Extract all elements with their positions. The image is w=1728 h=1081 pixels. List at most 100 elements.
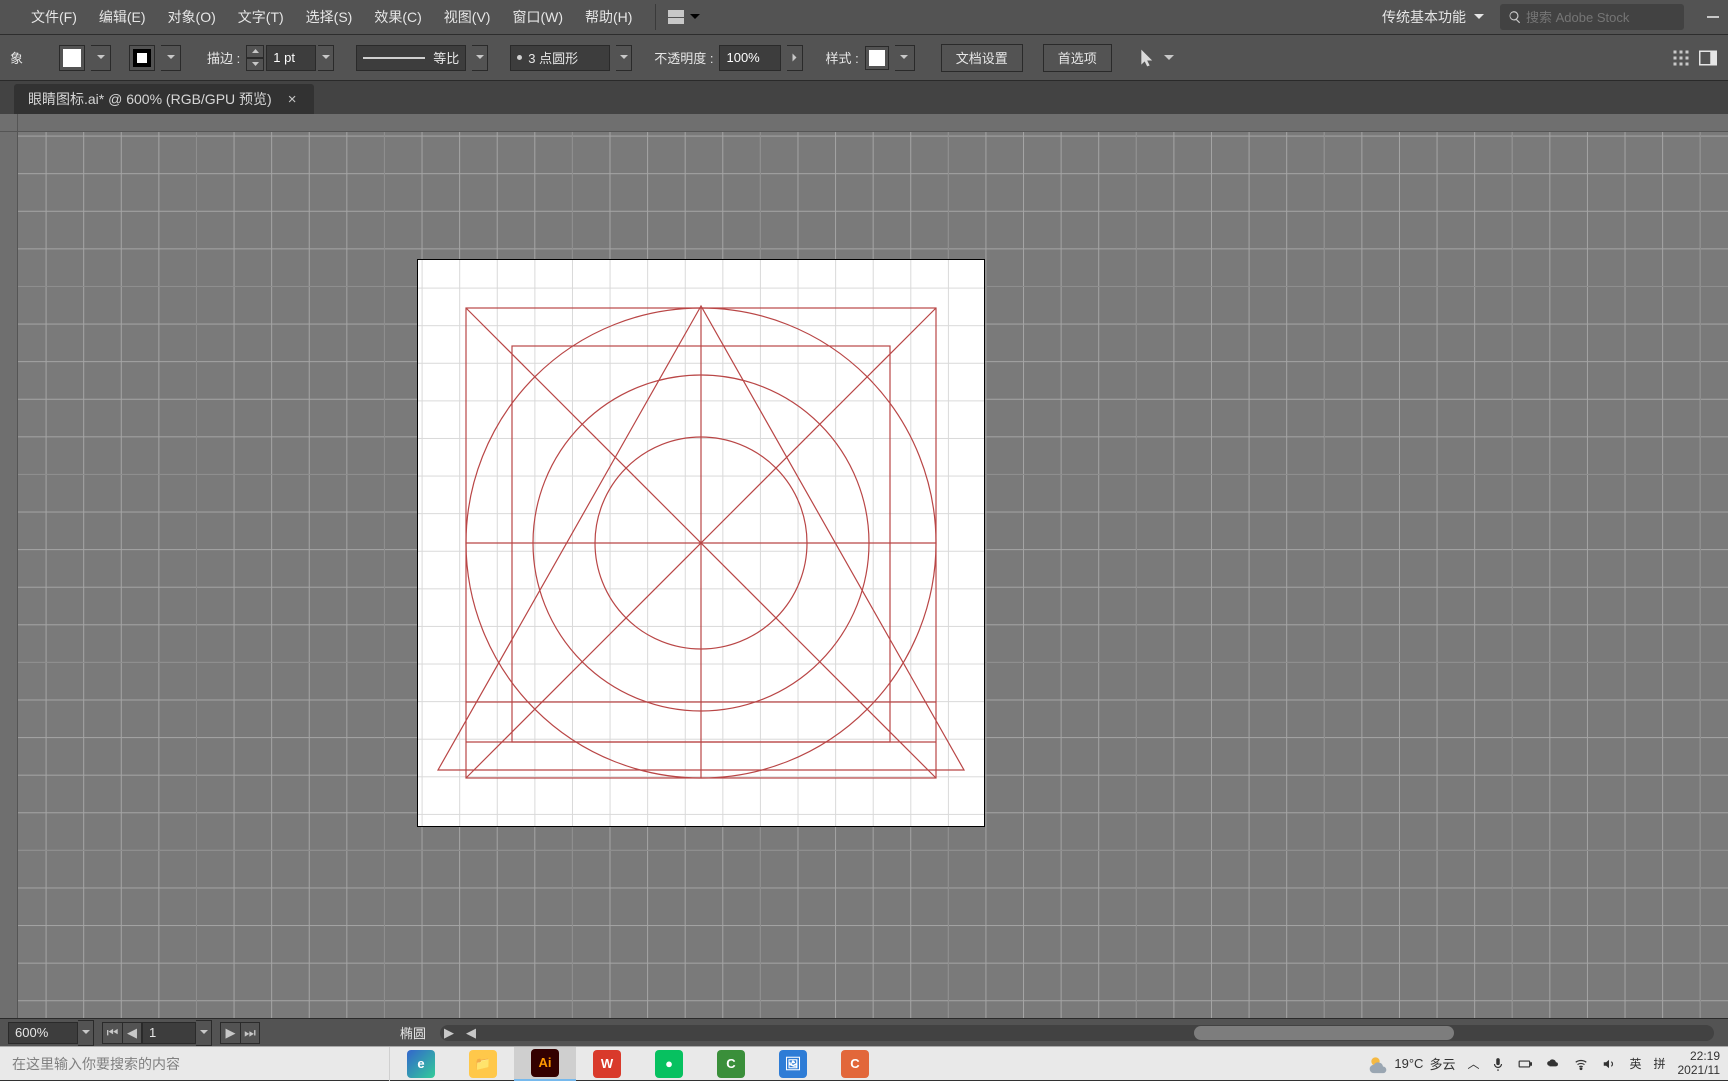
panel-toggle-icon[interactable]	[1698, 49, 1718, 67]
stock-search-input[interactable]	[1526, 10, 1676, 25]
last-artboard-button[interactable]: ⏭	[240, 1022, 260, 1044]
brush-label: 3 点圆形	[528, 48, 578, 67]
minimize-button[interactable]	[1702, 16, 1724, 18]
grid-view-icon[interactable]	[1672, 49, 1690, 67]
stroke-swatch[interactable]	[129, 45, 155, 71]
taskbar-camtasia[interactable]: C	[700, 1047, 762, 1081]
stroke-dropdown[interactable]	[161, 45, 181, 71]
profile-preview	[363, 57, 425, 59]
wps-icon: W	[593, 1050, 621, 1078]
brush-definition[interactable]: 3 点圆形	[510, 45, 610, 71]
taskbar-explorer[interactable]: 📁	[452, 1047, 514, 1081]
scrollbar-thumb[interactable]	[1194, 1026, 1454, 1040]
tray-chevron-icon[interactable]: ︿	[1467, 1055, 1479, 1072]
clock-date: 2021/11	[1678, 1064, 1721, 1077]
canvas[interactable]	[18, 132, 1728, 1018]
weather-cond: 多云	[1429, 1054, 1455, 1073]
onedrive-icon[interactable]	[1545, 1057, 1561, 1071]
menu-edit[interactable]: 编辑(E)	[88, 0, 157, 34]
profile-dd[interactable]	[472, 45, 488, 71]
fill-dropdown[interactable]	[91, 45, 111, 71]
opacity-dd[interactable]	[787, 45, 803, 71]
selection-tool-icon[interactable]	[1138, 48, 1158, 68]
menu-window[interactable]: 窗口(W)	[501, 0, 574, 34]
battery-icon[interactable]	[1517, 1057, 1533, 1071]
stroke-weight-stepper[interactable]	[246, 45, 264, 71]
document-tab[interactable]: 眼睛图标.ai* @ 600% (RGB/GPU 预览) ×	[14, 84, 314, 114]
menu-help[interactable]: 帮助(H)	[574, 0, 643, 34]
artboard-number-field[interactable]: 1	[142, 1022, 196, 1044]
close-tab-button[interactable]: ×	[284, 91, 301, 108]
search-icon	[1508, 10, 1522, 24]
graphic-style-swatch[interactable]	[865, 46, 889, 70]
document-setup-button[interactable]: 文档设置	[941, 44, 1023, 72]
menu-file[interactable]: 文件(F)	[20, 0, 88, 34]
step-up-icon[interactable]	[246, 45, 264, 58]
brush-dd[interactable]	[616, 45, 632, 71]
stroke-weight-dd[interactable]	[318, 45, 334, 71]
preferences-button[interactable]: 首选项	[1043, 44, 1112, 72]
system-tray: 19°C 多云 ︿ 英 拼 22:19 2021/11	[1368, 1050, 1728, 1076]
stroke-label: 描边 :	[207, 48, 240, 67]
ruler-horizontal[interactable]	[18, 114, 1728, 132]
taskbar-wechat[interactable]: ●	[638, 1047, 700, 1081]
clock-time: 22:19	[1690, 1050, 1720, 1063]
scroll-left-icon[interactable]: ▶	[440, 1025, 458, 1041]
profile-label: 等比	[433, 48, 459, 67]
step-down-icon[interactable]	[246, 58, 264, 71]
work-area	[0, 114, 1728, 1018]
workspace-switcher[interactable]: 传统基本功能	[1382, 7, 1484, 27]
ruler-vertical[interactable]	[0, 132, 18, 1018]
volume-icon[interactable]	[1601, 1057, 1617, 1071]
chevron-down-icon[interactable]	[1164, 55, 1174, 61]
menu-select[interactable]: 选择(S)	[295, 0, 364, 34]
menu-view[interactable]: 视图(V)	[433, 0, 502, 34]
wifi-icon[interactable]	[1573, 1057, 1589, 1071]
windows-search[interactable]: 在这里输入你要搜索的内容	[0, 1047, 390, 1081]
taskbar-photos[interactable]: 🖼	[762, 1047, 824, 1081]
first-artboard-button[interactable]: ⏮	[102, 1022, 122, 1044]
menu-type[interactable]: 文字(T)	[227, 0, 295, 34]
opacity-label: 不透明度 :	[654, 48, 713, 67]
clock[interactable]: 22:19 2021/11	[1678, 1050, 1721, 1076]
microphone-icon[interactable]	[1491, 1057, 1505, 1071]
taskbar-illustrator[interactable]: Ai	[514, 1047, 576, 1081]
next-artboard-button[interactable]: ▶	[220, 1022, 240, 1044]
camtasia-icon: C	[717, 1050, 745, 1078]
ime-lang[interactable]: 英	[1629, 1055, 1641, 1072]
style-dd[interactable]	[895, 45, 915, 71]
ruler-origin[interactable]	[0, 114, 18, 132]
taskbar-apps: e 📁 Ai W ● C 🖼 C	[390, 1047, 886, 1081]
ime-mode[interactable]: 拼	[1653, 1055, 1665, 1072]
document-title: 眼睛图标.ai* @ 600% (RGB/GPU 预览)	[28, 89, 272, 109]
control-bar: 象 描边 : 1 pt 等比 3 点圆形 不透明度 : 100% 样式 : 文档…	[0, 34, 1728, 80]
prev-artboard-button[interactable]: ◀	[122, 1022, 142, 1044]
artboard-dd[interactable]	[196, 1020, 212, 1046]
weather-widget[interactable]: 19°C 多云	[1368, 1054, 1455, 1074]
arrange-documents[interactable]	[668, 10, 700, 24]
zoom-dd[interactable]	[78, 1020, 94, 1046]
opacity-field[interactable]: 100%	[719, 45, 781, 71]
fill-swatch[interactable]	[59, 45, 85, 71]
horizontal-scrollbar[interactable]: ▶ ◀	[440, 1025, 1714, 1041]
taskbar-edge[interactable]: e	[390, 1047, 452, 1081]
chevron-down-icon	[690, 14, 700, 20]
zoom-field[interactable]: 600%	[8, 1022, 78, 1044]
taskbar-app[interactable]: C	[824, 1047, 886, 1081]
adobe-stock-search[interactable]	[1500, 4, 1684, 30]
artboard[interactable]	[418, 260, 984, 826]
taskbar-wps[interactable]: W	[576, 1047, 638, 1081]
variable-width-profile[interactable]: 等比	[356, 45, 466, 71]
stroke-weight-field[interactable]: 1 pt	[266, 45, 316, 71]
weather-temp: 19°C	[1394, 1056, 1423, 1071]
artboard-nav: ⏮ ◀	[102, 1022, 142, 1044]
fill-color	[63, 49, 81, 67]
illustrator-icon: Ai	[531, 1049, 559, 1077]
workspace-label: 传统基本功能	[1382, 7, 1466, 27]
brush-preview-icon	[517, 55, 522, 60]
menu-effect[interactable]: 效果(C)	[363, 0, 432, 34]
menubar: 文件(F) 编辑(E) 对象(O) 文字(T) 选择(S) 效果(C) 视图(V…	[0, 0, 1728, 34]
chevron-down-icon	[1474, 14, 1484, 20]
menu-object[interactable]: 对象(O)	[157, 0, 227, 34]
scroll-marker-icon: ◀	[462, 1025, 480, 1041]
